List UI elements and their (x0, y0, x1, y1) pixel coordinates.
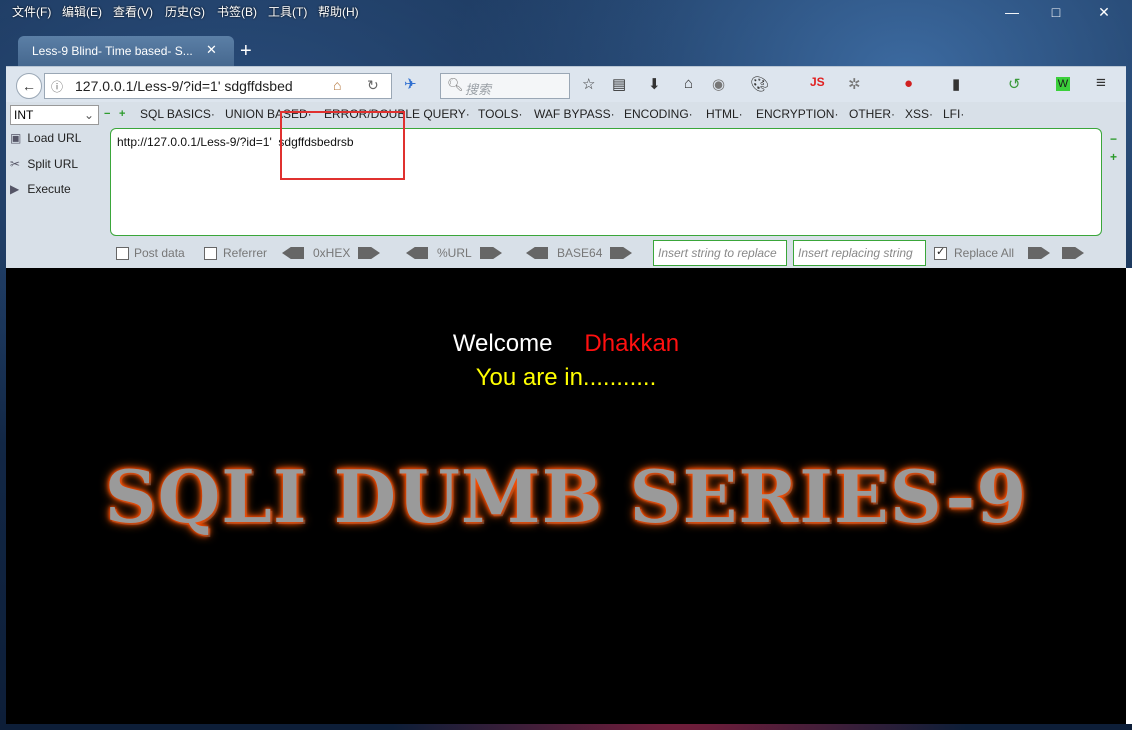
spider-icon[interactable]: ✲ (848, 75, 861, 93)
base64-decode-arrow[interactable] (526, 247, 548, 259)
load-url-button[interactable]: ▣ Load URL (10, 131, 81, 145)
menu-icon[interactable]: ≡ (1096, 73, 1106, 93)
menu-html[interactable]: HTML· (706, 107, 743, 121)
menu-encoding[interactable]: ENCODING· (624, 107, 693, 121)
info-icon[interactable]: ⓘ (51, 78, 63, 95)
hackbar-bottom-bar: Post data Referrer 0xHEX %URL BASE64 Ins… (6, 238, 1126, 268)
replacing-string-input[interactable]: Insert replacing string (793, 240, 926, 266)
replace-all-checkbox[interactable] (934, 245, 947, 260)
home-icon[interactable]: ⌂ (333, 77, 341, 93)
reading-list-icon[interactable]: ▤ (612, 75, 626, 93)
post-data-checkbox[interactable] (116, 247, 129, 260)
hackbar-menu: INT ⌄ − + SQL BASICS· UNION BASED· ERROR/… (6, 102, 1126, 126)
js-icon[interactable]: JS (810, 75, 825, 89)
menu-sql-basics[interactable]: SQL BASICS· (140, 107, 215, 121)
menu-other[interactable]: OTHER· (849, 107, 895, 121)
back-arrow-icon: ← (22, 78, 36, 94)
welcome-name: Dhakkan (584, 330, 680, 357)
navigation-bar: ← ⓘ 127.0.0.1/Less-9/?id=1' sdgffdsbed ⌂… (6, 66, 1126, 103)
textarea-minus-icon[interactable]: − (1110, 132, 1117, 146)
record-icon[interactable]: ● (904, 75, 913, 92)
menu-edit[interactable]: 编辑(E) (62, 3, 102, 20)
download-icon[interactable]: ⬇ (648, 75, 661, 93)
post-data-label: Post data (134, 246, 185, 260)
execute-button[interactable]: ▶ Execute (10, 182, 71, 196)
select-value: INT (14, 108, 34, 122)
reload-green-icon[interactable]: ↺ (1008, 75, 1021, 93)
url-label: %URL (437, 246, 472, 260)
url-bar[interactable]: ⓘ 127.0.0.1/Less-9/?id=1' sdgffdsbed ⌂ ↻ (44, 73, 392, 99)
menu-history[interactable]: 历史(S) (165, 3, 205, 20)
split-url-button[interactable]: ✂ Split URL (10, 157, 78, 171)
base64-encode-arrow[interactable] (610, 247, 632, 259)
new-tab-button[interactable]: + (240, 40, 252, 63)
load-url-label: Load URL (27, 131, 82, 145)
highlight-box (280, 111, 405, 180)
type-select[interactable]: INT ⌄ (10, 105, 99, 125)
right-edge-strip (1126, 268, 1132, 724)
referrer-checkbox[interactable] (204, 247, 217, 260)
tab-close-icon[interactable]: ✕ (206, 42, 217, 58)
shield-icon[interactable]: W (1056, 77, 1070, 91)
addon-icon[interactable]: ◉ (712, 75, 725, 93)
scissors-icon: ✂ (10, 157, 21, 171)
palette-icon[interactable]: 🎨︎ (750, 75, 769, 93)
replace-string-placeholder: Insert string to replace (658, 246, 777, 260)
replace-all-label: Replace All (954, 246, 1015, 260)
minimize-button[interactable]: — (1002, 4, 1022, 20)
welcome-text: Welcome (452, 330, 553, 357)
menu-encryption[interactable]: ENCRYPTION· (756, 107, 838, 121)
url-decode-arrow[interactable] (406, 247, 428, 259)
execute-label: Execute (27, 182, 71, 196)
referrer-label: Referrer (223, 246, 268, 260)
star-icon[interactable]: ☆ (582, 75, 595, 93)
menu-help[interactable]: 帮助(H) (318, 3, 359, 20)
banner-title: SQLI DUMB SERIES-9 (104, 454, 1028, 539)
load-url-icon: ▣ (10, 131, 22, 145)
reload-icon[interactable]: ↻ (367, 77, 379, 94)
hackbar-url-textarea[interactable]: http://127.0.0.1/Less-9/?id=1' sdgffdsbe… (110, 128, 1102, 236)
close-window-button[interactable]: ✕ (1094, 4, 1114, 21)
menu-tools[interactable]: 工具(T) (268, 3, 307, 20)
hex-encode-arrow[interactable] (358, 247, 380, 259)
menu-xss[interactable]: XSS· (905, 107, 933, 121)
browser-tab[interactable]: Less-9 Blind- Time based- S... ✕ (18, 36, 234, 66)
search-icon: 🔍︎ (447, 77, 464, 92)
maximize-button[interactable]: □ (1046, 4, 1066, 20)
replace-all-arrow[interactable] (1028, 247, 1050, 259)
status-message: You are in........... (475, 364, 657, 391)
minus-icon[interactable]: − (104, 108, 110, 120)
menu-bar: 文件(F) 编辑(E) 查看(V) 历史(S) 书签(B) 工具(T) 帮助(H… (0, 0, 1132, 22)
menu-bookmarks[interactable]: 书签(B) (217, 3, 257, 20)
tab-title: Less-9 Blind- Time based- S... (32, 44, 193, 58)
stats-icon[interactable]: ▮ (952, 75, 960, 93)
plus-icon[interactable]: + (119, 108, 125, 120)
hex-label: 0xHEX (313, 246, 351, 260)
menu-file[interactable]: 文件(F) (12, 3, 51, 20)
page-content: Welcome Dhakkan You are in........... SQL… (6, 268, 1126, 724)
hex-decode-arrow[interactable] (282, 247, 304, 259)
more-arrow[interactable] (1062, 247, 1084, 259)
url-text[interactable]: 127.0.0.1/Less-9/?id=1' sdgffdsbed (75, 78, 293, 94)
replace-string-input[interactable]: Insert string to replace (653, 240, 787, 266)
play-icon: ▶ (10, 182, 20, 196)
menu-waf-bypass[interactable]: WAF BYPASS· (534, 107, 615, 121)
replacing-string-placeholder: Insert replacing string (798, 246, 913, 260)
back-button[interactable]: ← (16, 73, 42, 99)
base64-label: BASE64 (557, 246, 603, 260)
search-placeholder: 搜索 (465, 82, 492, 97)
welcome-line: Welcome Dhakkan (6, 330, 1126, 358)
chevron-down-icon: ⌄ (83, 108, 94, 122)
menu-tools[interactable]: TOOLS· (478, 107, 522, 121)
textarea-plus-icon[interactable]: + (1110, 150, 1117, 164)
menu-view[interactable]: 查看(V) (113, 3, 153, 20)
menu-lfi[interactable]: LFI· (943, 107, 964, 121)
home-toolbar-icon[interactable]: ⌂ (684, 75, 693, 92)
url-encode-arrow[interactable] (480, 247, 502, 259)
search-input[interactable]: 🔍︎ 搜索 (440, 73, 570, 99)
split-url-label: Split URL (27, 157, 79, 171)
pin-icon[interactable]: ✈ (404, 75, 417, 93)
hackbar-panel: INT ⌄ − + SQL BASICS· UNION BASED· ERROR/… (6, 102, 1126, 268)
